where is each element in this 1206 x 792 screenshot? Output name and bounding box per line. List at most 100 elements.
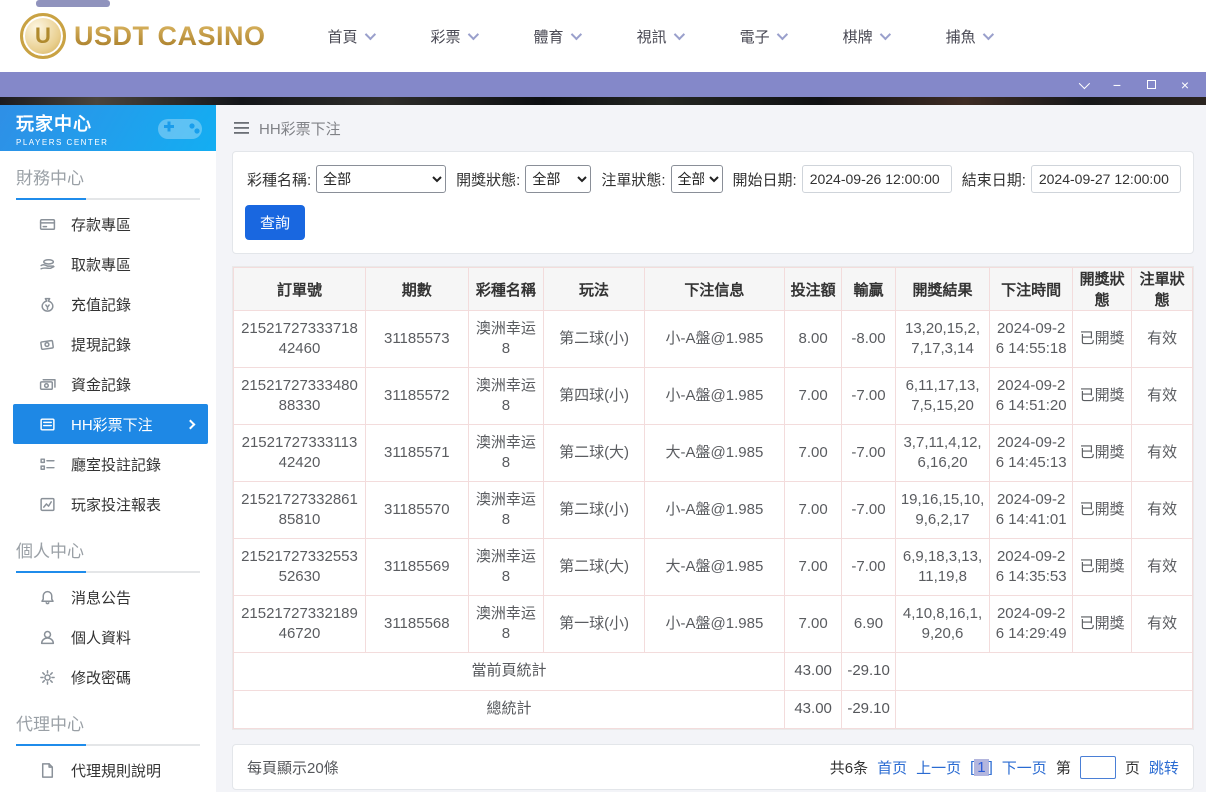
nav-item-sports[interactable]: 體育 (534, 26, 582, 47)
page-jump-input[interactable] (1079, 755, 1116, 779)
nav-label: 棋牌 (842, 28, 873, 46)
nav-item-video[interactable]: 視訊 (637, 26, 685, 47)
lottery-name-select[interactable]: 全部 (316, 165, 447, 193)
table-cell: 小-A盤@1.985 (643, 310, 785, 368)
col-header-order-status: 注單狀態 (1131, 267, 1193, 311)
collapse-icon[interactable] (1076, 77, 1091, 92)
end-date-input[interactable] (1030, 165, 1181, 193)
sidebar-item-label: 個人資料 (71, 629, 132, 647)
sidebar-item-label: 消息公告 (71, 589, 132, 607)
order-status-select[interactable]: 全部 (670, 165, 723, 193)
sidebar-item-change-password[interactable]: 修改密碼 (13, 657, 208, 697)
nav-item-electronic[interactable]: 電子 (740, 26, 788, 47)
col-header-play: 玩法 (543, 267, 645, 311)
page-size-label: 每頁顯示20條 (247, 759, 339, 777)
maximize-icon[interactable] (1144, 78, 1158, 92)
col-header-draw-status: 開獎狀態 (1071, 267, 1133, 311)
sidebar-item-withdrawal-record[interactable]: 提現記錄 (13, 324, 208, 364)
table-summary: 當前頁統計 43.00 -29.10 總統計 43.00 -29.10 (233, 652, 1193, 729)
sidebar-item-hall-bet-record[interactable]: 廳室投註記錄 (13, 444, 208, 484)
prev-page-link[interactable]: 上一页 (916, 757, 961, 778)
sidebar-item-agent-rules[interactable]: 代理規則說明 (13, 750, 208, 790)
menu-icon[interactable] (234, 122, 249, 134)
table-cell: 已開獎 (1071, 424, 1133, 482)
bell-icon (41, 590, 54, 604)
section-personal: 個人中心 (0, 524, 216, 573)
sidebar-item-player-bet-report[interactable]: 玩家投注報表 (13, 484, 208, 524)
summary-label: 當前頁統計 (233, 652, 785, 691)
nav-item-lottery[interactable]: 彩票 (431, 26, 479, 47)
summary-empty (894, 690, 1193, 729)
table-cell: 2152172733371842460 (233, 310, 366, 368)
col-header-winloss: 輸贏 (841, 267, 896, 311)
background-strip (0, 97, 1206, 105)
table-cell: 31185573 (364, 310, 469, 368)
gamepad-icon (158, 119, 202, 139)
personal-menu: 消息公告 個人資料 修改密碼 (0, 573, 216, 697)
table-cell: 有效 (1131, 595, 1193, 653)
section-title: 財務中心 (16, 169, 84, 188)
col-header-order: 訂單號 (233, 267, 366, 311)
table-cell: 已開獎 (1071, 538, 1133, 596)
sidebar-item-withdraw[interactable]: 取款專區 (13, 244, 208, 284)
nav-label: 捕魚 (945, 28, 976, 46)
brand[interactable]: U USDT CASINO (20, 13, 266, 59)
withdraw-icon (40, 258, 55, 269)
table-cell: 7.00 (783, 367, 843, 425)
table-cell: 2024-09-26 14:29:49 (989, 595, 1073, 653)
table-cell: 8.00 (783, 310, 843, 368)
sidebar-item-label: 廳室投註記錄 (71, 456, 162, 474)
sidebar-item-deposit[interactable]: 存款專區 (13, 204, 208, 244)
close-icon[interactable]: × (1178, 78, 1192, 92)
draw-status-select[interactable]: 全部 (525, 165, 592, 193)
sidebar-item-profile[interactable]: 個人資料 (13, 617, 208, 657)
table-cell: 第二球(小) (543, 310, 645, 368)
sidebar-item-announcements[interactable]: 消息公告 (13, 577, 208, 617)
table-cell: 小-A盤@1.985 (643, 367, 785, 425)
chevron-down-icon (570, 28, 582, 41)
table-cell: 7.00 (783, 538, 843, 596)
table-cell: 第一球(小) (543, 595, 645, 653)
minimize-icon[interactable]: − (1110, 78, 1124, 92)
nav-item-fishing[interactable]: 捕魚 (945, 26, 994, 47)
table-row: 2152172733348088330 31185572 澳洲幸运8 第四球(小) 小-… (233, 367, 1193, 425)
sidebar-item-recharge-record[interactable]: 充值記錄 (13, 284, 208, 324)
sidebar-item-funds-record[interactable]: 資金記錄 (13, 364, 208, 404)
summary-winloss: -29.10 (841, 652, 896, 691)
window-titlebar: − × (0, 72, 1206, 97)
table-cell: 澳洲幸运8 (467, 595, 545, 653)
table-cell: 2152172733255352630 (233, 538, 366, 596)
table-cell: 6,11,17,13,7,5,15,20 (894, 367, 991, 425)
lottery-bet-icon (40, 417, 55, 431)
table-cell: 6,9,18,3,13,11,19,8 (894, 538, 991, 596)
start-date-input[interactable] (801, 165, 952, 193)
table-header: 訂單號 期數 彩種名稱 玩法 下注信息 投注額 輸贏 開獎結果 下注時間 開獎狀… (233, 267, 1193, 311)
main-nav: 首頁 彩票 體育 視訊 電子 棋牌 捕魚 (328, 26, 994, 47)
next-page-link[interactable]: 下一页 (1002, 757, 1047, 778)
table-cell: 有效 (1131, 481, 1193, 539)
chevron-down-icon (467, 28, 479, 41)
chevron-down-icon (673, 28, 685, 41)
nav-item-home[interactable]: 首頁 (328, 26, 376, 47)
table-cell: 19,16,15,10,9,6,2,17 (894, 481, 991, 539)
order-status-label: 注單狀態: (601, 171, 666, 189)
chevron-down-icon (982, 28, 994, 41)
summary-label: 總統計 (233, 690, 785, 729)
table-cell: -7.00 (841, 481, 896, 539)
total-count: 共6条 (829, 759, 869, 777)
table-cell: -8.00 (841, 310, 896, 368)
summary-empty (894, 652, 1193, 691)
table-cell: 31185572 (364, 367, 469, 425)
jump-link[interactable]: 跳转 (1149, 757, 1179, 778)
table-cell: 31185569 (364, 538, 469, 596)
query-button[interactable]: 查詢 (245, 205, 306, 240)
table-cell: 2024-09-26 14:35:53 (989, 538, 1073, 596)
current-page: [1] (970, 758, 993, 776)
sidebar-item-label: 玩家投注報表 (71, 496, 162, 514)
sidebar-item-hh-lottery-bet[interactable]: HH彩票下注 (13, 404, 208, 444)
nav-item-chess[interactable]: 棋牌 (842, 26, 891, 47)
table-cell: 澳洲幸运8 (467, 367, 545, 425)
page-summary-row: 當前頁統計 43.00 -29.10 (233, 652, 1193, 691)
hall-record-icon (40, 457, 55, 470)
first-page-link[interactable]: 首页 (877, 757, 907, 778)
